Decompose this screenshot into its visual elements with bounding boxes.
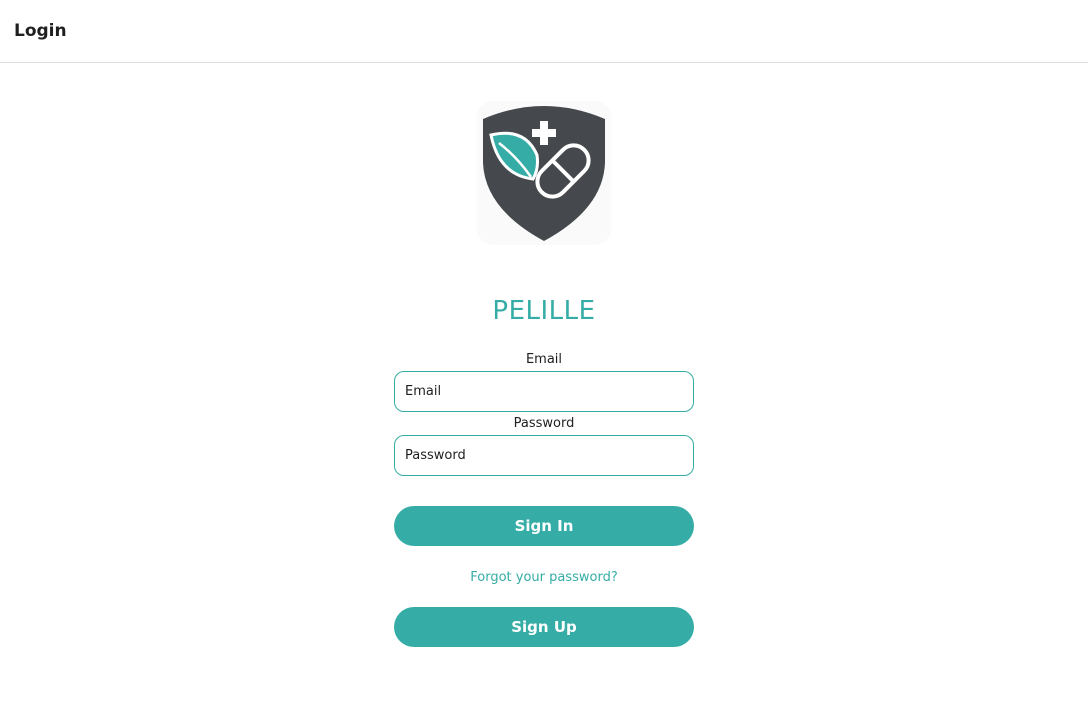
password-label: Password (513, 416, 575, 431)
shield-leaf-pill-icon (483, 106, 605, 241)
password-input[interactable] (394, 435, 694, 476)
sign-in-button[interactable]: Sign In (394, 506, 694, 546)
app-logo (477, 101, 611, 245)
page-title: Login (14, 21, 67, 41)
top-bar: Login (0, 0, 1088, 63)
app-name: PELILLE (492, 296, 596, 326)
email-label: Email (525, 352, 563, 367)
sign-up-button[interactable]: Sign Up (394, 607, 694, 647)
email-input[interactable] (394, 371, 694, 412)
forgot-password-link[interactable]: Forgot your password? (394, 570, 694, 585)
